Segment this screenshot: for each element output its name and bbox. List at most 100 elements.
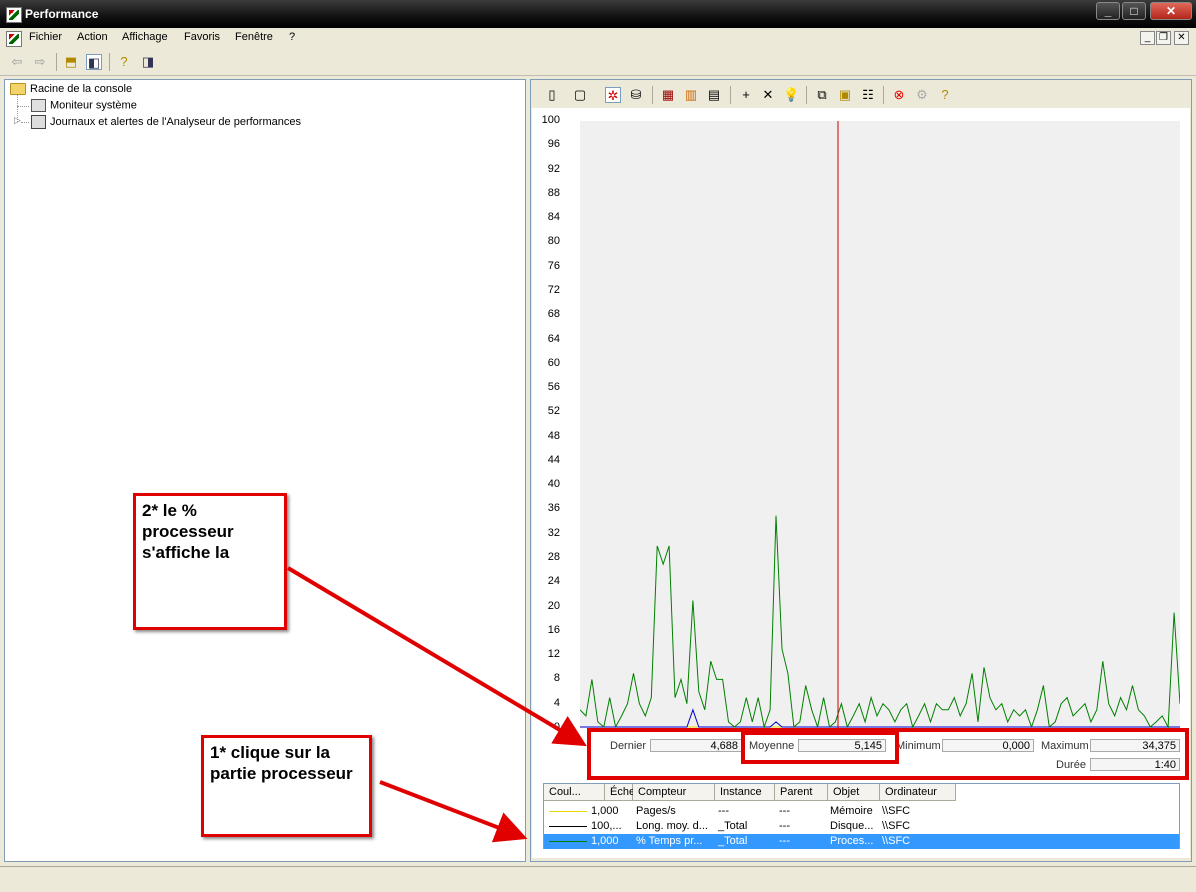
moyenne-highlight-box <box>741 731 899 764</box>
maximize-button[interactable]: □ <box>1122 2 1146 20</box>
mdi-close-button[interactable]: ✕ <box>1174 31 1189 45</box>
column-header-instance[interactable]: Instance <box>715 784 775 801</box>
main-toolbar: ⇦ ⇨ ⬒ ◧ ? ◨ <box>0 49 1196 76</box>
clear-display-icon[interactable]: ▢ <box>572 87 588 103</box>
legend-cell-instance: _Total <box>718 820 748 832</box>
menu-action[interactable]: Action <box>77 31 108 43</box>
mdi-restore-button[interactable]: ❐ <box>1156 31 1171 45</box>
tree-connector <box>17 106 29 107</box>
properties-icon[interactable]: ☷ <box>860 87 876 103</box>
annotation-note-1: 1* clique sur la partie processeur <box>201 735 372 837</box>
view-current-activity-icon[interactable]: ✲ <box>605 87 621 103</box>
y-tick-label: 48 <box>547 429 560 442</box>
title-bar[interactable]: Performance _ □ ✕ <box>0 0 1196 28</box>
y-tick-label: 68 <box>547 308 560 321</box>
column-header-ordinateur[interactable]: Ordinateur <box>880 784 956 801</box>
counter-legend-list[interactable]: Coul... Échelle Compteur Instance Parent… <box>543 783 1180 849</box>
toolbar-separator <box>109 53 110 71</box>
menu-fichier[interactable]: Fichier <box>29 31 62 43</box>
y-tick-label: 76 <box>547 259 560 272</box>
series-line <box>580 515 1180 728</box>
y-tick-label: 84 <box>547 211 560 224</box>
action-pane-icon[interactable]: ◨ <box>140 54 156 70</box>
legend-cell-compteur: Long. moy. d... <box>636 820 708 832</box>
legend-cell-instance: _Total <box>718 835 748 847</box>
y-tick-label: 44 <box>547 453 560 466</box>
column-header-compteur[interactable]: Compteur <box>633 784 715 801</box>
freeze-display-icon[interactable]: ⊗ <box>891 87 907 103</box>
tree-item-moniteur-systeme[interactable]: Moniteur système <box>31 99 137 112</box>
legend-cell-ordinateur: \\SFC <box>882 820 911 832</box>
new-counter-set-icon[interactable]: ▯ <box>544 87 560 103</box>
legend-row-pages[interactable]: 1,000 Pages/s --- --- Mémoire \\SFC <box>544 804 1179 819</box>
delete-counter-icon[interactable]: ✕ <box>760 87 776 103</box>
view-report-icon[interactable]: ▤ <box>706 87 722 103</box>
minimize-button[interactable]: _ <box>1096 2 1120 20</box>
series-color-swatch <box>549 811 587 812</box>
y-tick-label: 52 <box>547 405 560 418</box>
y-tick-label: 96 <box>547 138 560 151</box>
column-header-couleur[interactable]: Coul... <box>544 784 605 801</box>
toolbar-separator <box>56 53 57 71</box>
menu-favoris[interactable]: Favoris <box>184 31 220 43</box>
legend-cell-parent: --- <box>779 805 790 817</box>
y-tick-label: 56 <box>547 381 560 394</box>
legend-cell-echelle: 1,000 <box>591 835 619 847</box>
update-data-icon[interactable]: ⚙ <box>914 87 930 103</box>
tree-label: Journaux et alertes de l'Analyseur de pe… <box>50 115 301 128</box>
toolbar-separator <box>730 86 731 104</box>
y-tick-label: 12 <box>547 648 560 661</box>
view-histogram-icon[interactable]: ▥ <box>683 87 699 103</box>
y-tick-label: 20 <box>547 599 560 612</box>
close-button[interactable]: ✕ <box>1150 2 1192 20</box>
column-header-parent[interactable]: Parent <box>775 784 828 801</box>
forward-arrow-icon[interactable]: ⇨ <box>32 54 48 70</box>
menu-aide[interactable]: ? <box>289 31 295 43</box>
folder-icon <box>10 83 26 96</box>
plot-area[interactable] <box>580 121 1180 728</box>
y-tick-label: 8 <box>553 672 560 685</box>
performance-window: Performance _ □ ✕ Fichier Action Afficha… <box>0 0 1196 892</box>
y-tick-label: 100 <box>541 114 560 126</box>
y-tick-label: 92 <box>547 162 560 175</box>
annotation-note-2: 2* le % processeur s'affiche la <box>133 493 287 630</box>
y-tick-label: 80 <box>547 235 560 248</box>
logs-alerts-icon <box>31 115 46 129</box>
monitor-toolbar: ▯ ▢ ✲ ⛁ ▦ ▥ ▤ + ✕ 💡 ⧉ ▣ ☷ ⊗ ⚙ ? <box>532 81 1190 109</box>
copy-properties-icon[interactable]: ⧉ <box>814 87 830 103</box>
legend-cell-objet: Proces... <box>830 835 874 847</box>
show-hide-tree-icon[interactable]: ◧ <box>86 54 102 70</box>
paste-counter-list-icon[interactable]: ▣ <box>837 87 853 103</box>
expand-icon[interactable]: ▷ <box>14 115 21 126</box>
y-tick-label: 40 <box>547 478 560 491</box>
mmc-document-icon[interactable] <box>6 31 22 47</box>
column-header-echelle[interactable]: Échelle <box>605 784 646 801</box>
y-tick-label: 60 <box>547 356 560 369</box>
legend-cell-compteur: % Temps pr... <box>636 835 703 847</box>
highlight-icon[interactable]: 💡 <box>783 87 799 103</box>
legend-cell-compteur: Pages/s <box>636 805 676 817</box>
mdi-minimize-button[interactable]: _ <box>1140 31 1155 45</box>
legend-cell-echelle: 1,000 <box>591 805 619 817</box>
menu-affichage[interactable]: Affichage <box>122 31 168 43</box>
window-title: Performance <box>25 7 99 21</box>
back-arrow-icon[interactable]: ⇦ <box>9 54 25 70</box>
add-counter-icon[interactable]: + <box>738 87 754 103</box>
legend-row-processeur[interactable]: 1,000 % Temps pr... _Total --- Proces...… <box>544 834 1179 849</box>
menu-fenetre[interactable]: Fenêtre <box>235 31 273 43</box>
legend-row-disque[interactable]: 100,... Long. moy. d... _Total --- Disqu… <box>544 819 1179 834</box>
tree-item-console-root[interactable]: Racine de la console <box>10 83 132 96</box>
performance-graph <box>580 121 1180 728</box>
up-folder-icon[interactable]: ⬒ <box>63 54 79 70</box>
performance-app-icon[interactable] <box>6 7 22 23</box>
legend-cell-ordinateur: \\SFC <box>882 835 911 847</box>
column-header-objet[interactable]: Objet <box>828 784 880 801</box>
tree-item-journaux-alertes[interactable]: Journaux et alertes de l'Analyseur de pe… <box>31 115 301 129</box>
help-icon[interactable]: ? <box>937 87 953 103</box>
help-icon[interactable]: ? <box>116 54 132 70</box>
legend-cell-objet: Mémoire <box>830 805 873 817</box>
y-tick-label: 72 <box>547 283 560 296</box>
view-log-data-icon[interactable]: ⛁ <box>628 87 644 103</box>
y-tick-label: 16 <box>547 623 560 636</box>
view-graph-icon[interactable]: ▦ <box>660 87 676 103</box>
